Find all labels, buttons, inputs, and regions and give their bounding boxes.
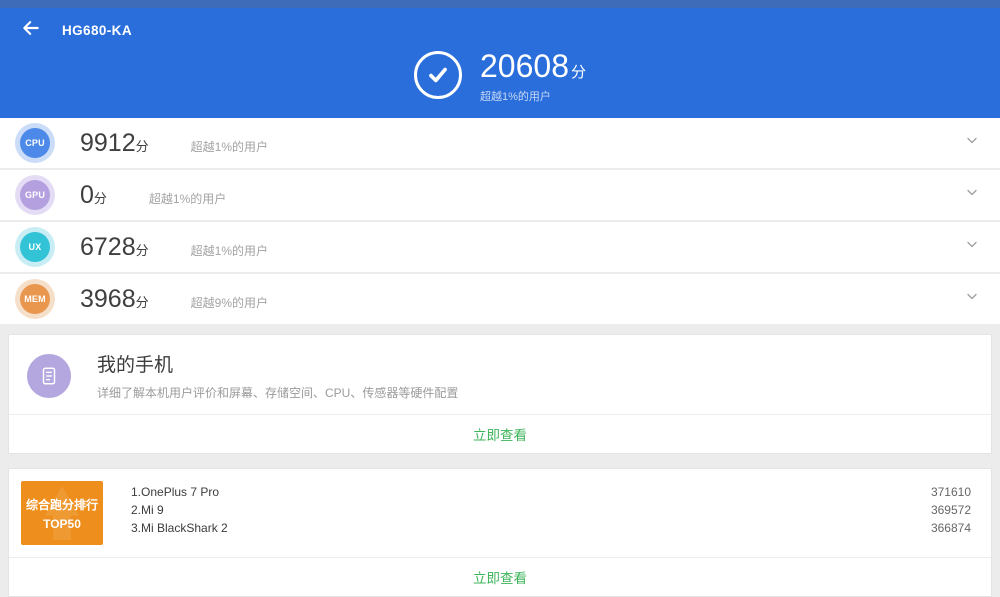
total-score-unit: 分 [570, 64, 586, 81]
my-phone-title: 我的手机 [97, 355, 174, 376]
ranking-list-item: 2.Mi 9 369572 [131, 502, 971, 519]
cpu-icon: CPU [20, 128, 50, 158]
cpu-score-unit: 分 [135, 138, 149, 154]
cpu-score: 9912 [80, 128, 136, 157]
score-row-ux[interactable]: UX 6728 分 超越1%的用户 [0, 222, 1000, 272]
badge-title: 综合跑分排行 [25, 497, 98, 512]
back-button[interactable] [20, 19, 42, 41]
score-row-mem[interactable]: MEM 3968 分 超越9%的用户 [0, 274, 1000, 324]
gpu-score: 0 [80, 180, 94, 209]
status-bar [0, 0, 1000, 8]
mem-score-unit: 分 [135, 294, 149, 310]
badge-subtitle: TOP50 [43, 516, 81, 531]
gpu-icon: GPU [20, 180, 50, 210]
appbar: HG680-KA [0, 8, 1000, 41]
ranking-device-name: 3.Mi BlackShark 2 [131, 521, 228, 535]
top50-ranking-badge: 综合跑分排行 TOP50 [21, 481, 103, 545]
arrow-left-icon [21, 18, 41, 43]
score-row-gpu[interactable]: GPU 0 分 超越1%的用户 [0, 170, 1000, 220]
mem-icon: MEM [20, 284, 50, 314]
total-score-hero: 20608 分 超越1%的用户 [0, 48, 1000, 104]
chevron-down-icon[interactable] [964, 185, 980, 206]
ranking-list-item: 3.Mi BlackShark 2 366874 [131, 520, 971, 537]
chevron-down-icon[interactable] [964, 133, 980, 154]
mem-score: 3968 [80, 284, 136, 313]
gpu-score-unit: 分 [93, 190, 107, 206]
gpu-percentile-note: 超越1%的用户 [148, 191, 227, 206]
ranking-device-name: 1.OnePlus 7 Pro [131, 485, 220, 499]
total-score-note: 超越1%的用户 [480, 91, 551, 103]
spec-sheet-icon [27, 353, 71, 398]
my-phone-view-now-button[interactable]: 立即查看 [9, 415, 991, 453]
ux-score-unit: 分 [135, 242, 149, 258]
ranking-view-now-button[interactable]: 立即查看 [9, 558, 991, 596]
ranking-list: 1.OnePlus 7 Pro 371610 2.Mi 9 369572 3.M… [131, 484, 971, 538]
ranking-list-item: 1.OnePlus 7 Pro 371610 [131, 484, 971, 501]
chevron-down-icon[interactable] [964, 237, 980, 258]
ranking-device-score: 366874 [930, 521, 971, 535]
page-title: HG680-KA [62, 22, 132, 38]
ranking-device-score: 369572 [930, 503, 971, 517]
my-phone-subtitle: 详细了解本机用户评价和屏幕、存储空间、CPU、传感器等硬件配置 [97, 386, 459, 400]
chevron-down-icon[interactable] [964, 289, 980, 310]
score-row-cpu[interactable]: CPU 9912 分 超越1%的用户 [0, 118, 1000, 168]
ranking-device-score: 371610 [930, 485, 971, 499]
ux-score: 6728 [80, 232, 136, 261]
my-phone-card: 我的手机 详细了解本机用户评价和屏幕、存储空间、CPU、传感器等硬件配置 立即查… [8, 334, 992, 454]
ux-percentile-note: 超越1%的用户 [190, 243, 268, 258]
ranking-card: 综合跑分排行 TOP50 1.OnePlus 7 Pro 371610 2.Mi… [8, 468, 992, 597]
cpu-percentile-note: 超越1%的用户 [190, 139, 268, 154]
mem-percentile-note: 超越9%的用户 [190, 295, 268, 310]
ux-icon: UX [20, 232, 50, 262]
app-header: HG680-KA 20608 分 超越1%的用户 [0, 0, 1000, 118]
ranking-device-name: 2.Mi 9 [131, 503, 164, 517]
check-circle-icon [414, 51, 462, 99]
total-score-value: 20608 [480, 48, 569, 84]
